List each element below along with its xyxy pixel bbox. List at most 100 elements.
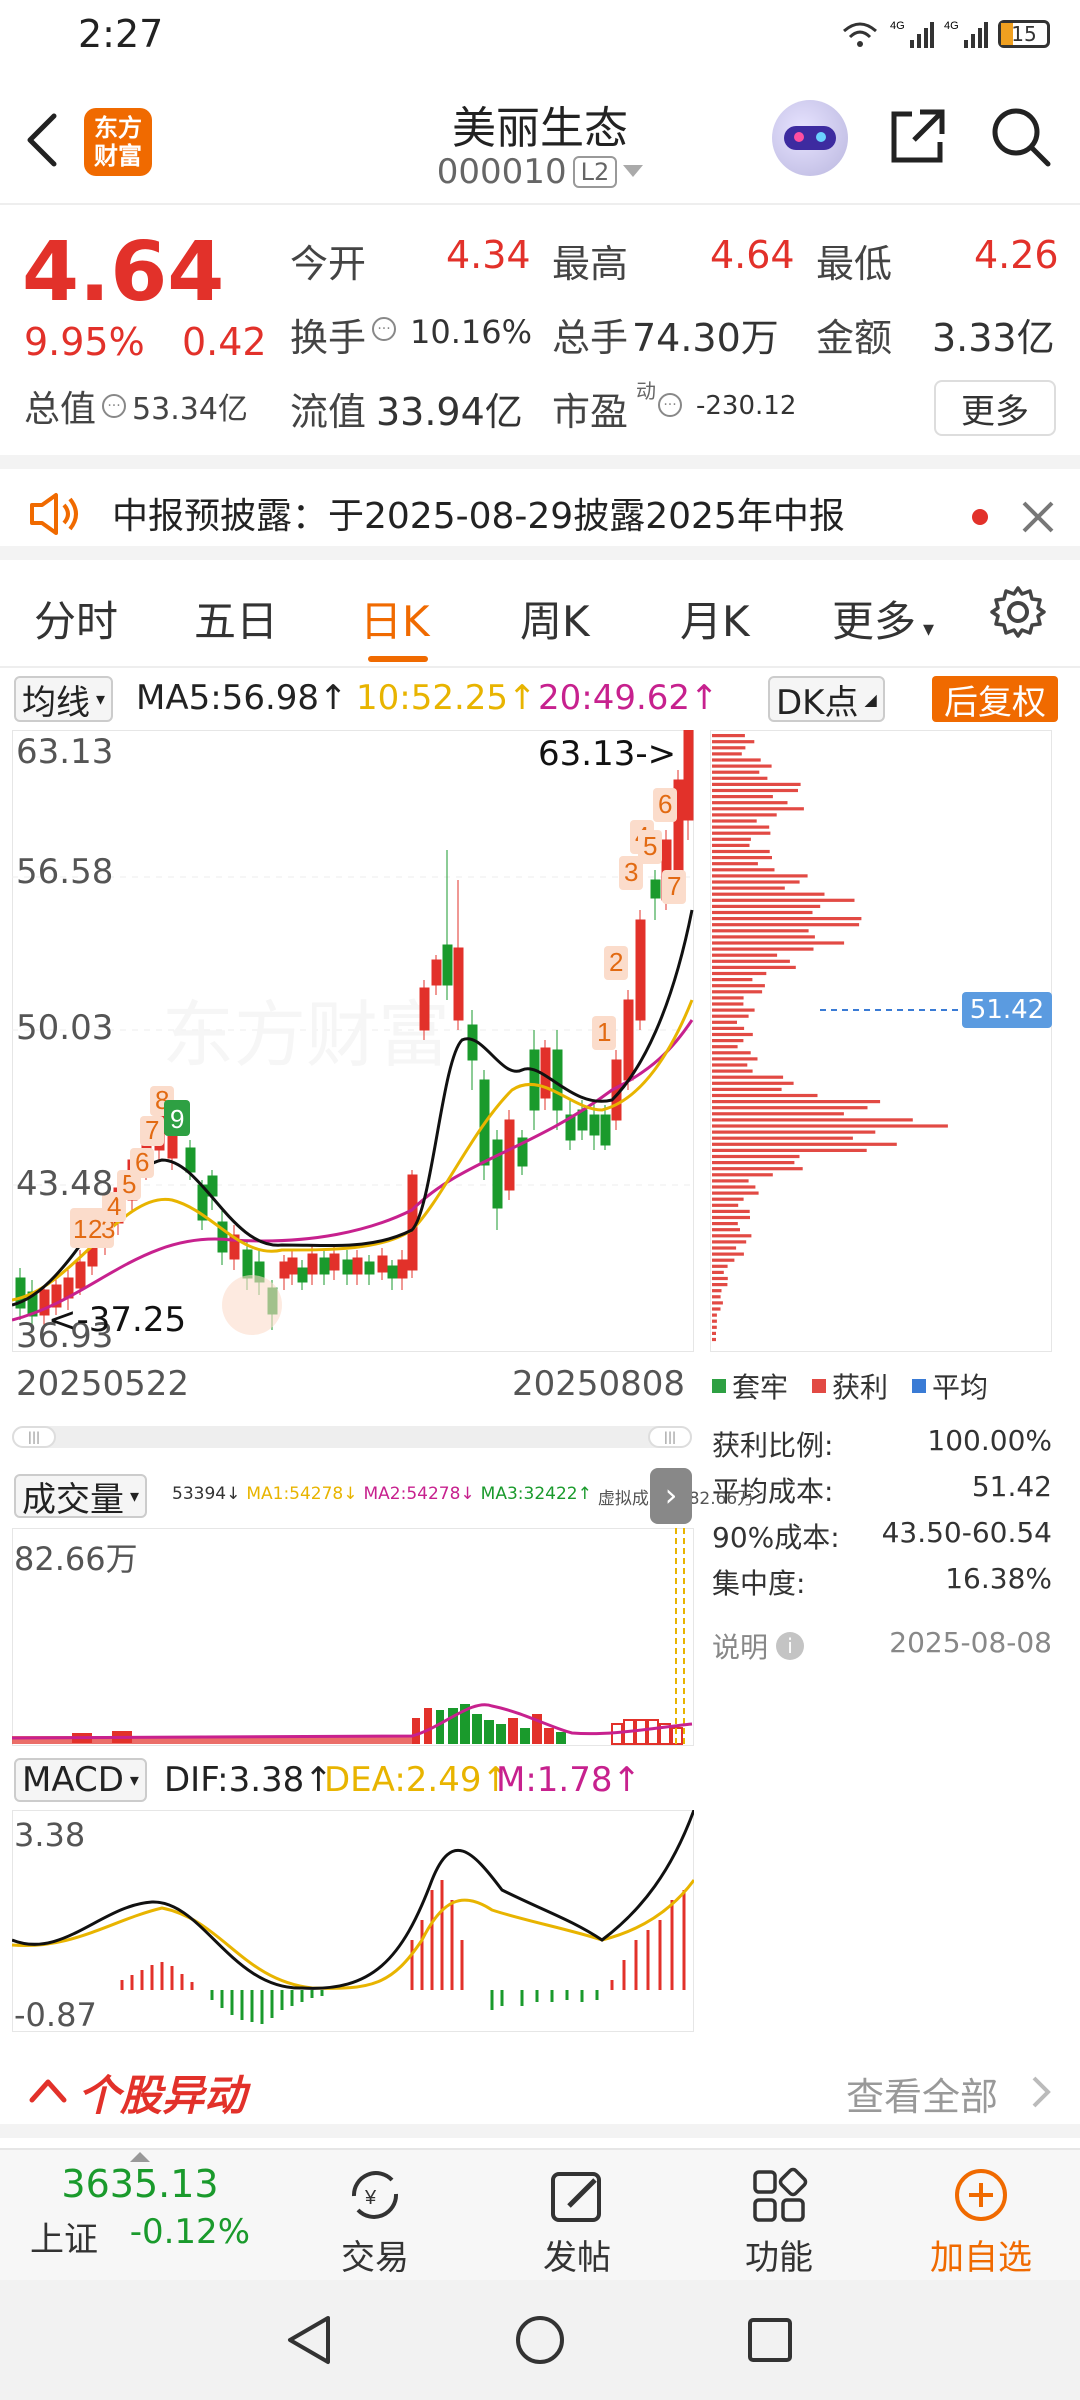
avg-cost-row: 平均成本: 51.42 — [712, 1470, 1052, 1508]
chip-bar — [712, 1118, 913, 1122]
macd-indicator-select[interactable]: MACD ▾ — [14, 1758, 147, 1802]
stock-code-row[interactable]: 000010 L2 — [340, 152, 740, 192]
chip-bar — [712, 868, 775, 872]
chip-bar — [712, 1283, 728, 1287]
high-value: 4.64 — [710, 233, 795, 277]
nav-add-watchlist[interactable]: 加自选 — [916, 2160, 1046, 2279]
volume-max-label: 82.66万 — [14, 1540, 138, 1578]
chip-bar — [712, 978, 753, 982]
dk-point-select[interactable]: DK点 ◢ — [768, 676, 885, 723]
chip-bar — [712, 1069, 753, 1073]
tab-weekly-k[interactable]: 周K — [520, 588, 590, 649]
tab-monthly-k[interactable]: 月K — [680, 588, 750, 649]
index-ticker[interactable]: 3635.13 上证 -0.12% — [30, 2162, 250, 2261]
low-label: 最低 — [816, 242, 893, 286]
nav-post[interactable]: 发帖 — [512, 2160, 642, 2279]
info-icon[interactable]: ··· — [102, 394, 127, 418]
chip-bar — [712, 965, 796, 969]
market-cap: 总值 ··· 53.34亿 — [24, 389, 248, 430]
chip-bar — [712, 1325, 717, 1329]
chip-bar — [712, 1154, 800, 1159]
chip-bar — [712, 1228, 740, 1232]
back-triangle-icon[interactable] — [282, 2312, 338, 2368]
volume-indicator-select[interactable]: 成交量 ▾ — [14, 1474, 148, 1520]
expand-arrow-icon[interactable]: › — [650, 1468, 692, 1524]
adjust-restore-button[interactable]: 后复权 — [932, 676, 1058, 723]
macd-bottom-label: -0.87 — [14, 1996, 97, 2034]
low-price-marker: <-37.25 — [48, 1300, 187, 1340]
chip-bar — [712, 898, 855, 902]
macd-chart[interactable] — [12, 1810, 694, 2032]
tab-daily-k[interactable]: 日K — [360, 588, 430, 649]
recents-square-icon[interactable] — [742, 2312, 798, 2368]
float-cap-label: 流值 — [290, 390, 367, 434]
app-logo: 东方 财富 — [84, 108, 152, 176]
open-label: 今开 — [290, 242, 367, 286]
y-tick: 43.48 — [16, 1164, 114, 1204]
cost-90-row: 90%成本: 43.50-60.54 — [712, 1516, 1052, 1554]
chip-bar — [712, 776, 768, 780]
chip-bar — [712, 746, 746, 750]
chip-bar — [712, 849, 770, 854]
chip-bar — [712, 1295, 721, 1299]
kline-chart[interactable]: 东方财富 1 23 4 5 6 7 8 9 1 2 3 5 6 7 — [12, 730, 694, 1352]
chip-bar — [712, 807, 804, 811]
home-circle-icon[interactable] — [512, 2312, 568, 2368]
chip-bar — [712, 1093, 818, 1098]
settings-gear-icon[interactable] — [990, 584, 1046, 640]
chip-bar — [712, 1264, 728, 1268]
chip-bar — [712, 819, 757, 823]
system-nav-bar — [0, 2280, 1080, 2400]
info-icon[interactable]: ··· — [658, 393, 682, 417]
chip-bar — [712, 843, 750, 847]
chip-note-row[interactable]: 说明 i 2025-08-08 — [712, 1626, 1052, 1666]
chip-bar — [712, 1075, 784, 1079]
avg-cost-tag: 51.42 — [962, 992, 1052, 1028]
chip-distribution-chart[interactable] — [710, 730, 1052, 1352]
stock-movers-section[interactable]: 个股异动 查看全部 — [0, 2046, 1080, 2138]
ma-indicator-select[interactable]: 均线 ▾ — [14, 676, 114, 723]
back-icon[interactable] — [22, 110, 62, 170]
view-all-link[interactable]: 查看全部 — [846, 2066, 998, 2121]
more-quote-button[interactable]: 更多 — [934, 380, 1056, 436]
chip-bar — [712, 1026, 745, 1030]
nav-trade[interactable]: ¥ 交易 — [310, 2160, 440, 2279]
chip-bar — [712, 996, 744, 1000]
add-circle-icon — [955, 2169, 1007, 2221]
share-icon[interactable] — [886, 104, 950, 168]
tab-more[interactable]: 更多 ▾ — [832, 588, 934, 649]
tab-intraday[interactable]: 分时 — [34, 588, 118, 649]
close-icon[interactable] — [1020, 499, 1056, 535]
chip-bar — [712, 1258, 735, 1262]
chip-bar — [712, 1130, 876, 1134]
notice-bar[interactable]: 中报预披露：于2025-08-29披露2025年中报 — [0, 455, 1080, 560]
search-icon[interactable] — [988, 104, 1054, 170]
change-percent: 9.95% — [24, 320, 145, 364]
battery-icon: 15 — [998, 20, 1050, 48]
svg-text:1: 1 — [73, 1214, 87, 1244]
expand-up-icon — [130, 2152, 150, 2162]
chip-bar — [712, 904, 821, 908]
chip-bar — [712, 831, 771, 835]
amount-value: 3.33亿 — [932, 316, 1055, 360]
float-cap-value: 33.94亿 — [376, 390, 523, 434]
nav-functions[interactable]: 功能 — [714, 2160, 844, 2279]
collapse-arrow-icon[interactable] — [28, 2074, 68, 2104]
chip-bar — [712, 1045, 738, 1049]
tab-five-day[interactable]: 五日 — [194, 588, 278, 649]
chip-bar — [712, 1014, 749, 1018]
bottom-nav: 3635.13 上证 -0.12% ¥ 交易 发帖 功能 加自选 — [0, 2148, 1080, 2280]
chip-bar — [712, 1331, 716, 1335]
info-icon[interactable]: ··· — [372, 317, 396, 341]
chip-bar — [712, 1276, 728, 1281]
svg-text:3: 3 — [624, 857, 638, 887]
svg-text:5: 5 — [643, 831, 657, 861]
macd-m: M:1.78↑ — [496, 1760, 641, 1800]
chart-scrollbar[interactable]: ||| ||| — [12, 1426, 692, 1448]
chip-bar — [712, 1252, 744, 1256]
info-icon: i — [776, 1632, 805, 1660]
assistant-avatar[interactable] — [772, 100, 848, 176]
svg-text:9: 9 — [170, 1104, 184, 1134]
chip-bar — [712, 1209, 750, 1213]
wifi-icon — [843, 22, 877, 47]
